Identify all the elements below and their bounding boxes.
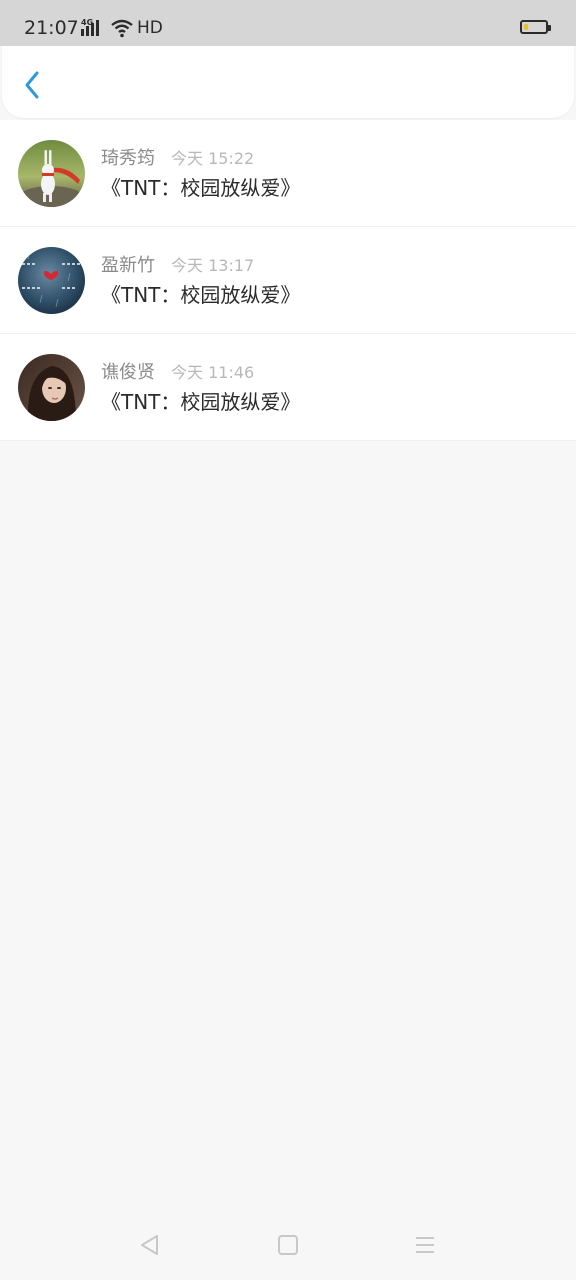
- user-name: 谯俊贤: [101, 362, 155, 383]
- back-button[interactable]: [18, 68, 46, 102]
- list-item[interactable]: 琦秀筠 今天 15:22 《TNT：校园放纵爱》: [0, 120, 576, 227]
- message-text: 《TNT：校园放纵爱》: [101, 283, 301, 307]
- status-bar: 21:07 4G HD: [0, 0, 576, 46]
- divider: [0, 440, 576, 441]
- triangle-back-icon[interactable]: [138, 1233, 162, 1257]
- system-nav-bar: [0, 1210, 576, 1280]
- message-text: 《TNT：校园放纵爱》: [101, 176, 301, 200]
- square-home-icon[interactable]: [278, 1235, 298, 1255]
- message-text: 《TNT：校园放纵爱》: [101, 390, 301, 414]
- rain-avatar-icon: [18, 247, 85, 314]
- menu-lines-icon[interactable]: [414, 1234, 436, 1256]
- list-item[interactable]: 盈新竹 今天 13:17 《TNT：校园放纵爱》: [0, 227, 576, 334]
- status-time: 21:07: [24, 17, 79, 39]
- hd-label: HD: [137, 18, 163, 38]
- message-time: 今天 15:22: [171, 149, 255, 168]
- wifi-icon: [111, 19, 133, 38]
- user-avatar[interactable]: [18, 140, 85, 207]
- user-avatar[interactable]: [18, 247, 85, 314]
- nav-bar: [2, 46, 574, 118]
- message-list: 琦秀筠 今天 15:22 《TNT：校园放纵爱》 盈新竹 今天 13:17 《T…: [0, 120, 576, 441]
- message-time: 今天 11:46: [171, 363, 255, 382]
- battery-level: [524, 24, 528, 30]
- chevron-left-icon: [25, 71, 39, 99]
- user-avatar[interactable]: [18, 354, 85, 421]
- girl-avatar-icon: [18, 354, 85, 421]
- battery-icon: [520, 20, 551, 34]
- rabbit-avatar-icon: [18, 140, 85, 207]
- list-item[interactable]: 谯俊贤 今天 11:46 《TNT：校园放纵爱》: [0, 334, 576, 441]
- user-name: 盈新竹: [101, 255, 155, 276]
- message-time: 今天 13:17: [171, 256, 255, 275]
- user-name: 琦秀筠: [101, 148, 155, 169]
